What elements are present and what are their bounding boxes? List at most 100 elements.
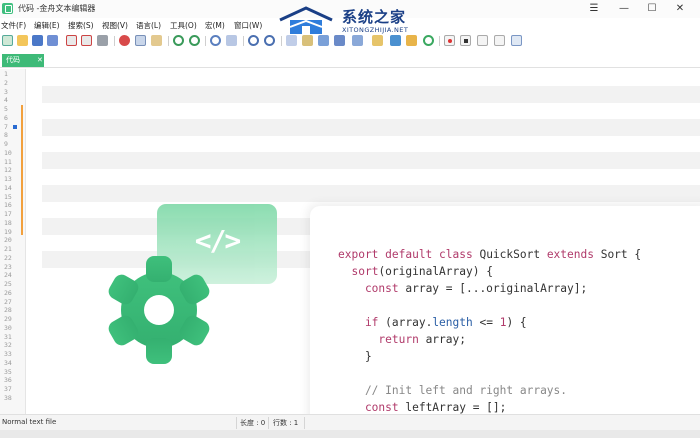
monitor-icon[interactable] — [423, 35, 434, 46]
code-line: export default class QuickSort extends S… — [338, 248, 642, 261]
line-number: 12 — [4, 166, 12, 175]
code-symbol-icon: </> — [194, 224, 242, 257]
open-file-icon[interactable] — [17, 35, 28, 46]
sync-h-icon[interactable] — [302, 35, 313, 46]
status-bar: Normal text file 长度 : 0 行数 : 1 — [0, 414, 700, 430]
line-number: 7 — [4, 122, 8, 131]
line-number: 10 — [4, 148, 12, 157]
toolbar-separator — [168, 36, 169, 46]
line-number: 25 — [4, 280, 12, 288]
status-divider — [304, 417, 305, 429]
status-file-type: Normal text file — [2, 418, 57, 426]
line-number: 21 — [4, 245, 12, 253]
line-number: 26 — [4, 288, 12, 297]
close-all-icon[interactable] — [81, 35, 92, 46]
toolbar-separator — [205, 36, 206, 46]
toolbar — [0, 33, 530, 49]
tab-close-icon[interactable]: ✕ — [37, 54, 43, 67]
line-number: 36 — [4, 376, 12, 385]
play-multi-icon[interactable] — [494, 35, 505, 46]
code-line: sort(originalArray) { — [351, 265, 493, 278]
line-number: 15 — [4, 192, 12, 201]
paste-icon[interactable] — [151, 35, 162, 46]
copy-icon[interactable] — [135, 35, 146, 46]
line-number: 34 — [4, 358, 12, 367]
line-number: 4 — [4, 96, 8, 105]
code-line: if (array.length <= 1) { — [338, 316, 527, 329]
line-number: 16 — [4, 201, 12, 210]
window-title: 代码 -金舟文本编辑器 — [18, 4, 96, 13]
sync-v-icon[interactable] — [286, 35, 297, 46]
maximize-button[interactable]: ☐ — [640, 2, 664, 16]
menu-edit[interactable]: 编辑(E) — [34, 20, 60, 31]
menu-bar: 文件(F) 编辑(E) 搜索(S) 视图(V) 语言(L) 工具(O) 宏(M)… — [0, 18, 700, 32]
cut-icon[interactable] — [119, 35, 130, 46]
function-list-icon[interactable] — [372, 35, 383, 46]
folder-icon[interactable] — [390, 35, 401, 46]
close-button[interactable]: ✕ — [668, 2, 692, 16]
editor-band — [42, 152, 700, 169]
line-number: 8 — [4, 131, 8, 140]
line-number: 2 — [4, 78, 8, 87]
line-number: 28 — [4, 306, 12, 315]
editor-band — [42, 86, 700, 103]
status-lines: 行数 : 1 — [273, 419, 299, 427]
tab-code[interactable]: 代码 ✕ — [2, 54, 44, 67]
code-line: const leftArray = []; — [338, 401, 507, 414]
zoom-out-icon[interactable] — [264, 35, 275, 46]
save-macro-icon[interactable] — [511, 35, 522, 46]
line-number: 29 — [4, 315, 12, 323]
menu-window[interactable]: 窗口(W) — [234, 20, 262, 31]
save-all-icon[interactable] — [47, 35, 58, 46]
bookmark-marker — [13, 125, 17, 129]
bottom-strip — [0, 430, 700, 438]
line-number: 31 — [4, 332, 12, 341]
close-file-icon[interactable] — [66, 35, 77, 46]
stop-icon[interactable] — [460, 35, 471, 46]
find-icon[interactable] — [210, 35, 221, 46]
menu-file[interactable]: 文件(F) — [1, 20, 26, 31]
record-icon[interactable] — [444, 35, 455, 46]
line-number: 20 — [4, 236, 12, 245]
line-number: 33 — [4, 350, 12, 358]
tab-bar: 代码 ✕ — [0, 52, 700, 68]
line-number: 27 — [4, 297, 12, 306]
menu-macro[interactable]: 宏(M) — [205, 20, 225, 31]
print-icon[interactable] — [97, 35, 108, 46]
new-file-icon[interactable] — [2, 35, 13, 46]
line-number: 13 — [4, 175, 12, 183]
toolbar-separator — [114, 36, 115, 46]
redo-icon[interactable] — [189, 35, 200, 46]
line-number-gutter: 1 2 3 4 5 6 7 8 9 10 11 12 13 14 15 16 17 18 19 20 21 22 23 24 2… — [0, 69, 26, 414]
toolbar-separator — [439, 36, 440, 46]
code-snippet-card: export default class QuickSort extends S… — [310, 206, 700, 438]
replace-icon[interactable] — [226, 35, 237, 46]
menu-tools[interactable]: 工具(O) — [170, 20, 197, 31]
line-number: 9 — [4, 140, 8, 148]
line-number: 23 — [4, 262, 12, 271]
indent-icon[interactable] — [334, 35, 345, 46]
code-line: return array; — [338, 333, 466, 346]
editor-band — [42, 119, 700, 136]
status-length: 长度 : 0 — [240, 419, 266, 427]
status-divider — [236, 417, 237, 429]
line-number: 14 — [4, 183, 12, 192]
line-number: 22 — [4, 253, 12, 262]
wrap-icon[interactable] — [318, 35, 329, 46]
menu-language[interactable]: 语言(L) — [136, 20, 161, 31]
save-icon[interactable] — [32, 35, 43, 46]
zoom-in-icon[interactable] — [248, 35, 259, 46]
line-number: 1 — [4, 70, 8, 78]
gear-icon — [108, 256, 210, 364]
play-icon[interactable] — [477, 35, 488, 46]
menu-icon[interactable]: ☰ — [582, 2, 606, 16]
line-number: 32 — [4, 341, 12, 350]
undo-icon[interactable] — [173, 35, 184, 46]
menu-view[interactable]: 视图(V) — [102, 20, 128, 31]
line-number: 35 — [4, 367, 12, 376]
doc-map-icon[interactable] — [352, 35, 363, 46]
menu-search[interactable]: 搜索(S) — [68, 20, 94, 31]
eye-icon[interactable] — [406, 35, 417, 46]
toolbar-separator — [281, 36, 282, 46]
minimize-button[interactable]: — — [612, 2, 636, 16]
